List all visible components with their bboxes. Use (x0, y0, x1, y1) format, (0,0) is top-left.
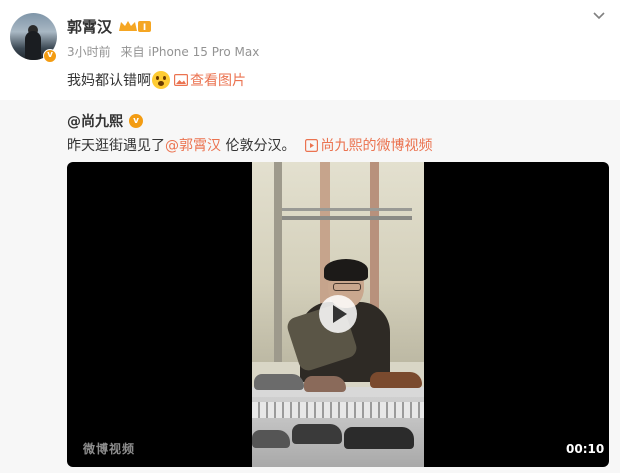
video-shoe (292, 424, 342, 444)
vip-crown-icon[interactable]: I (118, 19, 152, 34)
picture-icon (174, 74, 188, 86)
repost-mention-link[interactable]: @郭霄汉 (165, 135, 221, 155)
repost-video-link[interactable]: 尚九熙的微博视频 (305, 135, 432, 155)
video-shoe (370, 372, 422, 388)
video-shoe (304, 376, 346, 392)
post-source: 来自 iPhone 15 Pro Max (120, 45, 260, 59)
avatar-figure (25, 31, 41, 60)
video-rail (282, 216, 412, 220)
play-button[interactable] (319, 295, 357, 333)
video-person-glasses (333, 283, 361, 291)
post-meta: 3小时前 来自 iPhone 15 Pro Max (67, 43, 259, 60)
shocked-face-emoji-icon (152, 71, 170, 89)
view-image-label: 查看图片 (190, 73, 246, 89)
post-text: 我妈都认错啊 查看图片 (67, 70, 246, 90)
post-text-body: 我妈都认错啊 (67, 73, 151, 89)
video-player[interactable]: 微博视频 00:10 (67, 162, 609, 467)
username[interactable]: 郭霄汉 (67, 16, 112, 37)
repost-text-after: 伦敦分汉。 (221, 138, 296, 154)
video-shoe (344, 427, 414, 449)
video-watermark: 微博视频 (83, 442, 136, 456)
original-post: v 郭霄汉 I 3小时前 来自 iPhone 15 Pro Max 我妈都认错啊… (0, 0, 620, 100)
video-shoe (254, 374, 304, 390)
repost-author[interactable]: @尚九熙 v (67, 111, 143, 131)
repost-author-name[interactable]: @尚九熙 (67, 111, 123, 131)
level-badge-label: I (143, 23, 146, 33)
repost-verified-badge-icon: v (129, 114, 143, 128)
post-time[interactable]: 3小时前 (67, 45, 111, 59)
video-link-label: 尚九熙的微博视频 (320, 138, 433, 154)
video-duration: 00:10 (566, 442, 605, 456)
repost-text: 昨天逛街遇见了 @郭霄汉 伦敦分汉。 尚九熙的微博视频 (67, 135, 432, 155)
chevron-down-icon[interactable] (591, 8, 607, 24)
view-image-link[interactable]: 查看图片 (174, 70, 246, 90)
video-pipe (274, 162, 282, 362)
reposted-content: @尚九熙 v 昨天逛街遇见了 @郭霄汉 伦敦分汉。 尚九熙的微博视频 微博视频 … (0, 100, 620, 473)
video-person-hair (324, 259, 368, 281)
video-rack (252, 402, 424, 418)
video-rail (282, 208, 412, 211)
video-shoe (252, 430, 290, 448)
verified-badge-icon: v (43, 49, 57, 63)
video-link-icon (305, 138, 319, 152)
repost-text-before: 昨天逛街遇见了 (67, 138, 165, 154)
